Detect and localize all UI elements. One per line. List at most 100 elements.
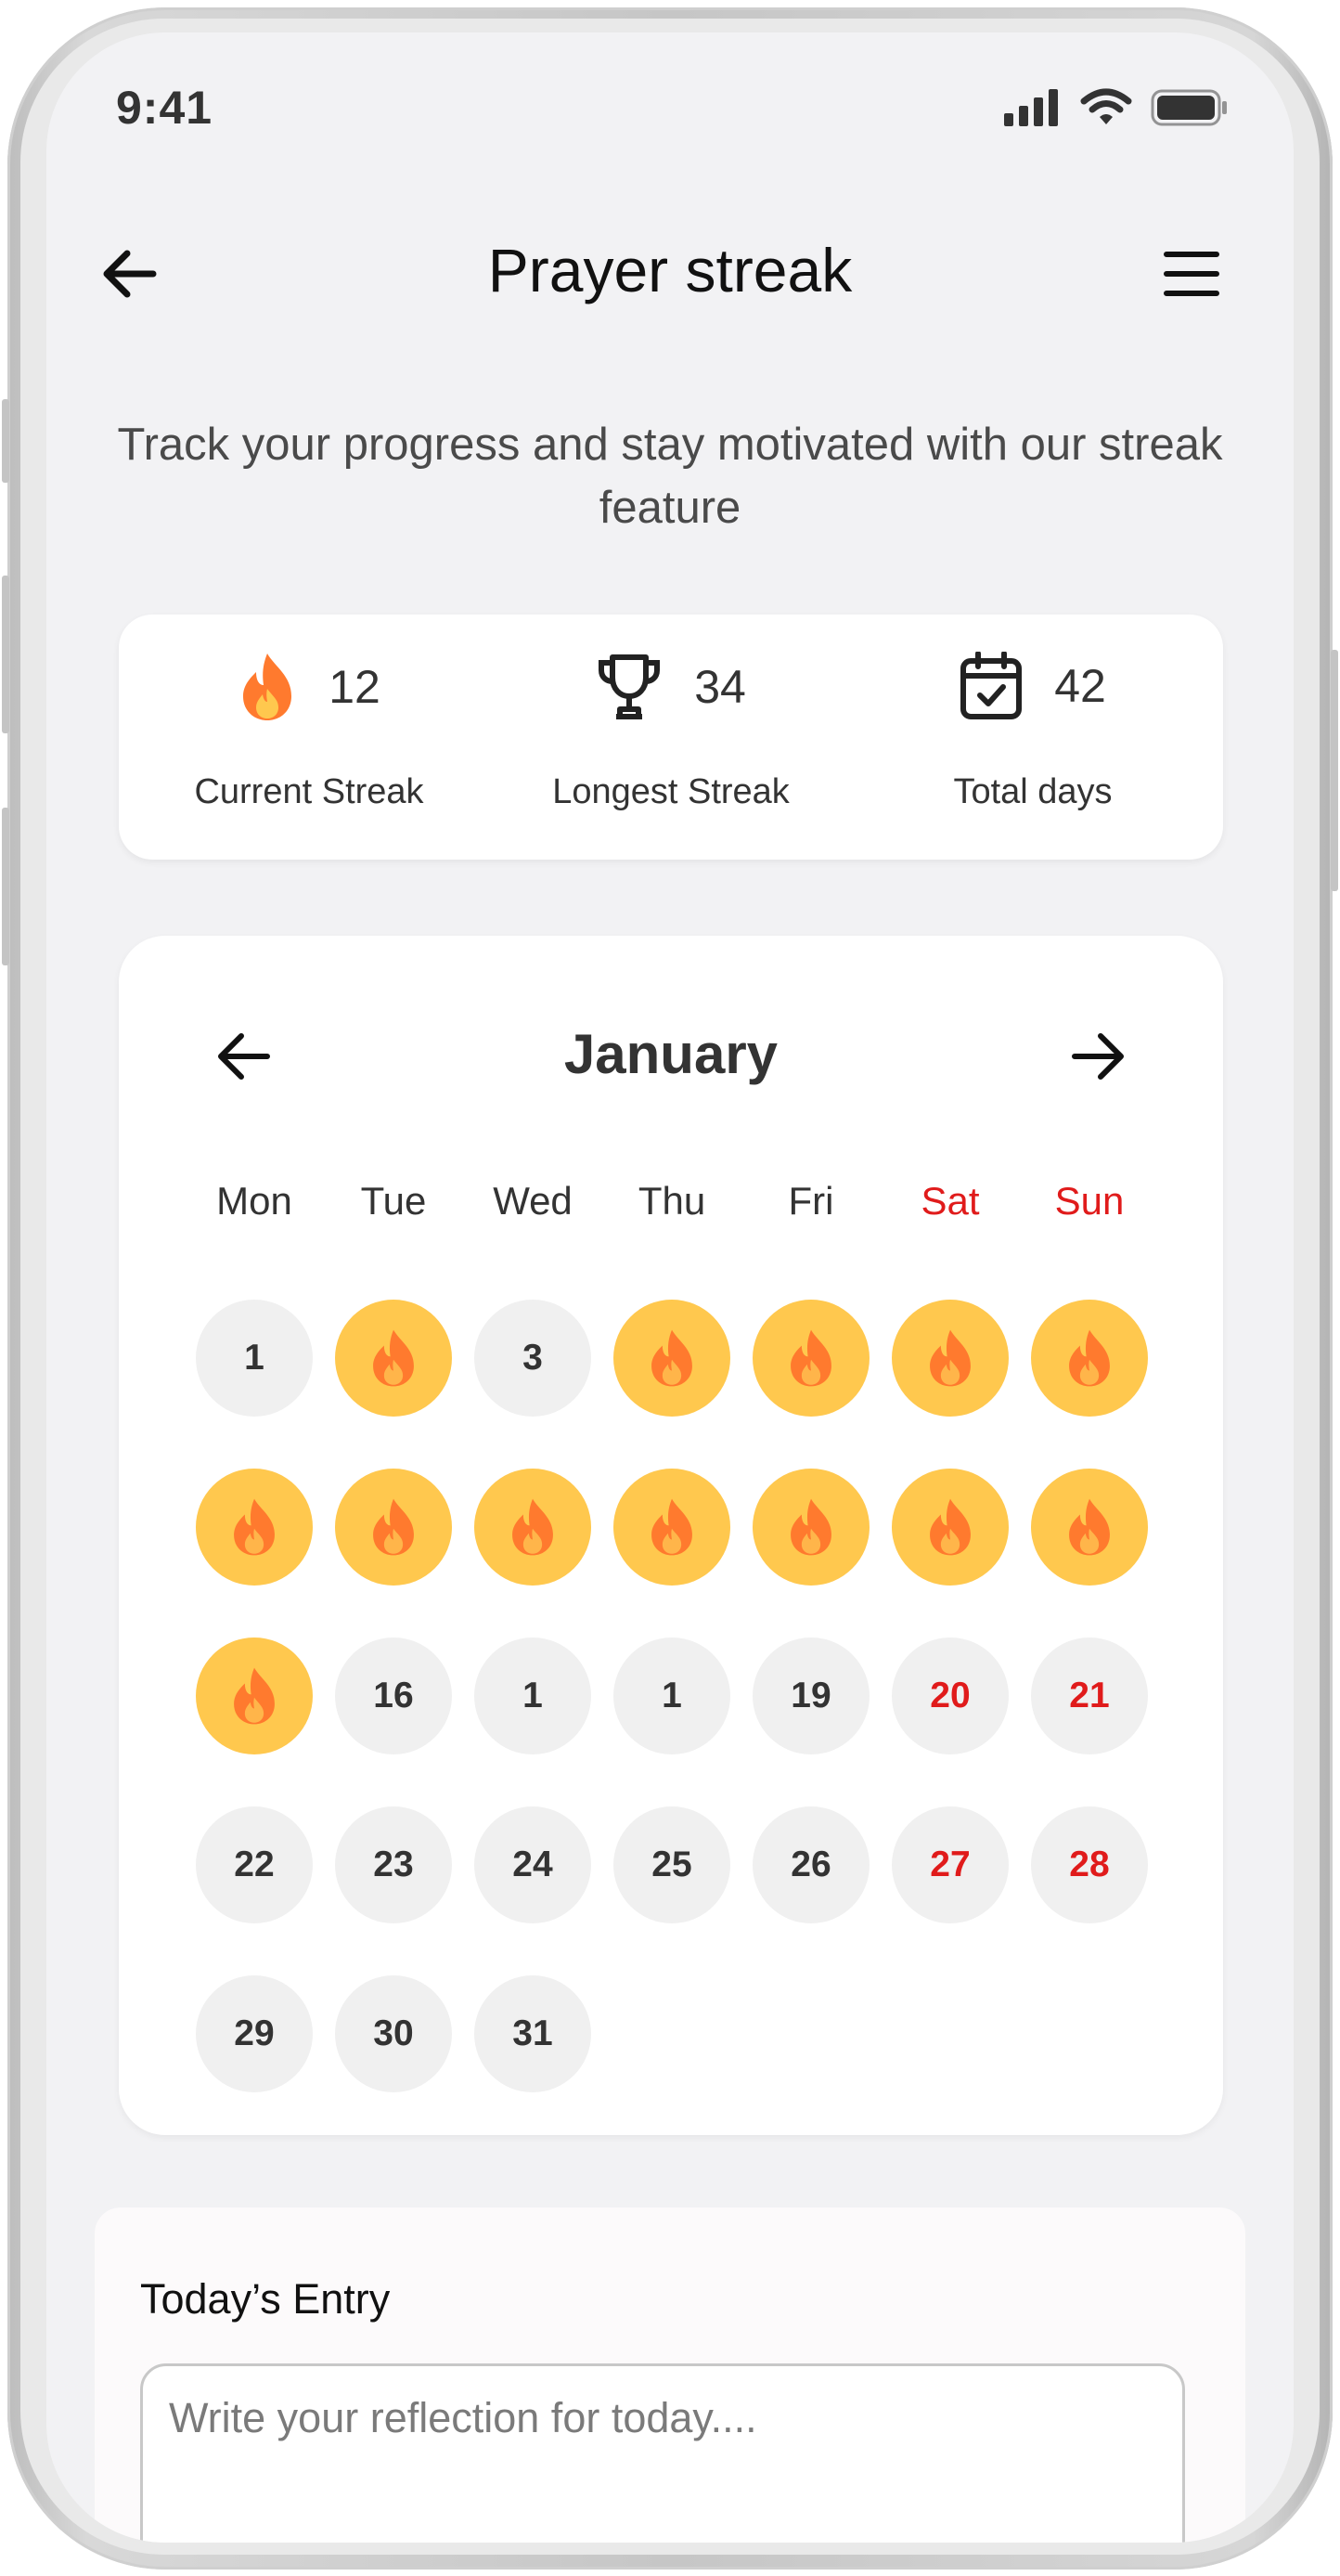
calendar-day-number: 16 bbox=[373, 1676, 414, 1715]
fire-icon bbox=[368, 1327, 419, 1389]
current-streak-label: Current Streak bbox=[194, 772, 424, 811]
calendar-day[interactable]: 23 bbox=[335, 1806, 452, 1923]
weekday-label-tue: Tue bbox=[360, 1179, 427, 1223]
status-time: 9:41 bbox=[116, 82, 213, 134]
menu-button[interactable] bbox=[1159, 241, 1224, 306]
calendar-day-number: 25 bbox=[651, 1845, 692, 1884]
weekday-label-thu: Thu bbox=[638, 1179, 706, 1223]
weekday-label-wed: Wed bbox=[493, 1179, 573, 1223]
calendar-day-streak[interactable] bbox=[613, 1300, 730, 1417]
calendar-day[interactable]: 28 bbox=[1031, 1806, 1148, 1923]
current-streak-value: 12 bbox=[329, 661, 380, 713]
calendar-day-number: 3 bbox=[522, 1338, 543, 1378]
arrow-right-icon bbox=[1072, 1033, 1124, 1080]
calendar-day-streak[interactable] bbox=[1031, 1469, 1148, 1586]
calendar-day[interactable]: 31 bbox=[474, 1975, 591, 2092]
trophy-icon bbox=[599, 654, 661, 719]
calendar-day-streak[interactable] bbox=[753, 1300, 870, 1417]
calendar-card: January Mon Tue Wed Thu Fri Sat Sun 1 3 16 1 1 19 20… bbox=[119, 936, 1223, 2135]
entry-title: Today’s Entry bbox=[140, 2275, 391, 2323]
fire-icon bbox=[229, 1665, 279, 1727]
calendar-day-streak[interactable] bbox=[892, 1469, 1009, 1586]
calendar-day-number: 20 bbox=[930, 1676, 971, 1715]
weekday-label-fri: Fri bbox=[788, 1179, 834, 1223]
phone-side-button bbox=[2, 399, 9, 483]
weekday-label-sat: Sat bbox=[921, 1179, 980, 1223]
calendar-day[interactable]: 26 bbox=[753, 1806, 870, 1923]
fire-icon bbox=[786, 1496, 836, 1558]
app-screen: 9:41 Prayer streak Track your progress a… bbox=[46, 32, 1294, 2543]
stat-current-streak: 12 Current Streak bbox=[156, 615, 462, 860]
calendar-day-streak[interactable] bbox=[335, 1300, 452, 1417]
page-subtitle: Track your progress and stay motivated w… bbox=[117, 420, 1223, 533]
fire-icon bbox=[508, 1496, 558, 1558]
calendar-day-number: 30 bbox=[373, 2013, 414, 2053]
calendar-day-number: 27 bbox=[930, 1845, 971, 1884]
calendar-day[interactable]: 25 bbox=[613, 1806, 730, 1923]
fire-icon bbox=[925, 1327, 975, 1389]
calendar-day-number: 31 bbox=[512, 2013, 553, 2053]
calendar-day-streak[interactable] bbox=[892, 1300, 1009, 1417]
fire-icon bbox=[243, 654, 292, 720]
next-month-button[interactable] bbox=[1065, 1024, 1130, 1089]
stat-longest-streak: 34 Longest Streak bbox=[518, 615, 824, 860]
calendar-day-streak[interactable] bbox=[613, 1469, 730, 1586]
calendar-day[interactable]: 24 bbox=[474, 1806, 591, 1923]
total-days-value: 42 bbox=[1054, 660, 1106, 712]
calendar-day-number: 29 bbox=[234, 2013, 275, 2053]
stat-total-days: 42 Total days bbox=[880, 615, 1186, 860]
longest-streak-value: 34 bbox=[694, 661, 746, 713]
calendar-day-streak[interactable] bbox=[335, 1469, 452, 1586]
calendar-day[interactable]: 16 bbox=[335, 1638, 452, 1754]
todays-entry-card: Today’s Entry bbox=[95, 2207, 1245, 2543]
calendar-day-number: 23 bbox=[373, 1845, 414, 1884]
calendar-day[interactable]: 30 bbox=[335, 1975, 452, 2092]
longest-streak-label: Longest Streak bbox=[552, 772, 790, 811]
calendar-day-number: 1 bbox=[662, 1676, 682, 1715]
calendar-day-streak[interactable] bbox=[196, 1469, 313, 1586]
calendar-day-number: 19 bbox=[791, 1676, 831, 1715]
fire-icon bbox=[368, 1496, 419, 1558]
fire-icon bbox=[229, 1496, 279, 1558]
wifi-icon bbox=[1080, 88, 1132, 124]
phone-power-button bbox=[1331, 650, 1338, 891]
calendar-day[interactable]: 21 bbox=[1031, 1638, 1148, 1754]
page-title: Prayer streak bbox=[487, 236, 853, 304]
calendar-day-number: 21 bbox=[1069, 1676, 1110, 1715]
calendar-day[interactable]: 1 bbox=[196, 1300, 313, 1417]
hamburger-menu-icon bbox=[1164, 252, 1219, 296]
weekday-label-sun: Sun bbox=[1054, 1179, 1125, 1223]
total-days-label: Total days bbox=[953, 772, 1113, 811]
calendar-check-icon bbox=[960, 652, 1023, 719]
fire-icon bbox=[1064, 1496, 1115, 1558]
fire-icon bbox=[786, 1327, 836, 1389]
calendar-day[interactable]: 1 bbox=[613, 1638, 730, 1754]
signal-icon bbox=[1004, 89, 1058, 126]
calendar-day[interactable]: 1 bbox=[474, 1638, 591, 1754]
calendar-day-number: 26 bbox=[791, 1845, 831, 1884]
weekday-label-mon: Mon bbox=[216, 1179, 292, 1223]
calendar-day-streak[interactable] bbox=[753, 1469, 870, 1586]
calendar-day[interactable]: 19 bbox=[753, 1638, 870, 1754]
status-icons bbox=[1004, 88, 1229, 127]
reflection-input[interactable] bbox=[140, 2363, 1185, 2543]
calendar-day[interactable]: 27 bbox=[892, 1806, 1009, 1923]
fire-icon bbox=[647, 1327, 697, 1389]
battery-icon bbox=[1151, 89, 1227, 126]
stats-card: 12 Current Streak 34 Longest Streak 42 T… bbox=[119, 615, 1223, 860]
calendar-day-streak[interactable] bbox=[474, 1469, 591, 1586]
fire-icon bbox=[1064, 1327, 1115, 1389]
calendar-day-streak[interactable] bbox=[1031, 1300, 1148, 1417]
fire-icon bbox=[925, 1496, 975, 1558]
fire-icon bbox=[647, 1496, 697, 1558]
phone-volume-down bbox=[2, 808, 9, 965]
calendar-day-streak[interactable] bbox=[196, 1638, 313, 1754]
calendar-day-number: 28 bbox=[1069, 1845, 1110, 1884]
calendar-month-title: January bbox=[563, 1023, 779, 1085]
calendar-day[interactable]: 3 bbox=[474, 1300, 591, 1417]
calendar-day-number: 1 bbox=[522, 1676, 543, 1715]
calendar-day[interactable]: 20 bbox=[892, 1638, 1009, 1754]
calendar-day[interactable]: 22 bbox=[196, 1806, 313, 1923]
calendar-day[interactable]: 29 bbox=[196, 1975, 313, 2092]
calendar-day-number: 24 bbox=[512, 1845, 553, 1884]
